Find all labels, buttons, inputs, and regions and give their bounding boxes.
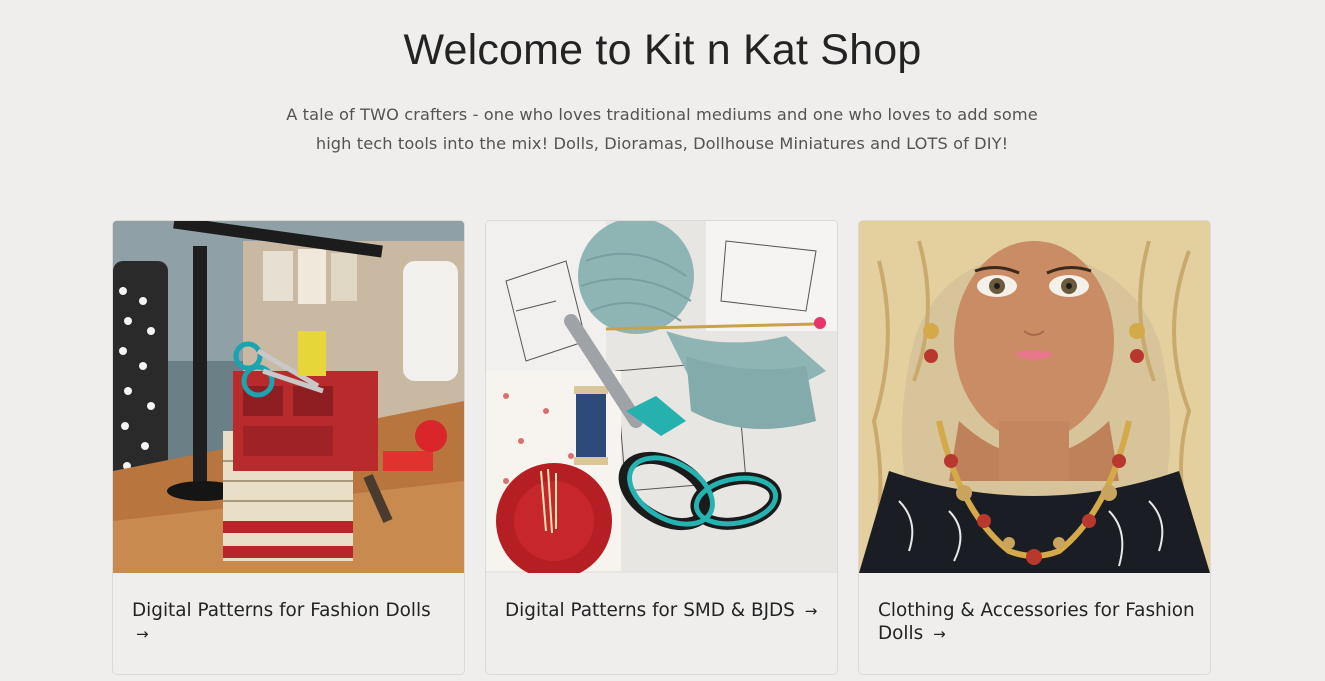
page-subtitle: A tale of TWO crafters - one who loves t… [286,105,1038,153]
collection-card-clothing-accessories[interactable]: Clothing & Accessories for Fashion Dolls… [858,220,1211,675]
card-title-text[interactable]: Clothing & Accessories for Fashion Dolls [878,600,1195,644]
card-title-text[interactable]: Digital Patterns for Fashion Dolls [132,600,431,621]
card-title[interactable]: Clothing & Accessories for Fashion Dolls… [878,599,1196,646]
arrow-right-icon: → [933,625,946,643]
collection-card-fashion-doll-patterns[interactable]: Digital Patterns for Fashion Dolls → [112,220,465,675]
card-title[interactable]: Digital Patterns for SMD & BJDS → [505,599,823,623]
miniature-sewing-basket-image[interactable] [113,221,464,573]
card-title[interactable]: Digital Patterns for Fashion Dolls → [132,599,450,646]
patterns-yarn-scissors-image[interactable] [486,221,837,573]
arrow-right-icon: → [804,602,818,620]
card-title-text[interactable]: Digital Patterns for SMD & BJDS [505,600,795,621]
arrow-right-icon: → [136,625,149,643]
page-title: Welcome to Kit n Kat Shop [403,26,922,74]
fashion-doll-jewelry-image[interactable] [859,221,1210,573]
collection-card-smd-bjds-patterns[interactable]: Digital Patterns for SMD & BJDS → [485,220,838,675]
